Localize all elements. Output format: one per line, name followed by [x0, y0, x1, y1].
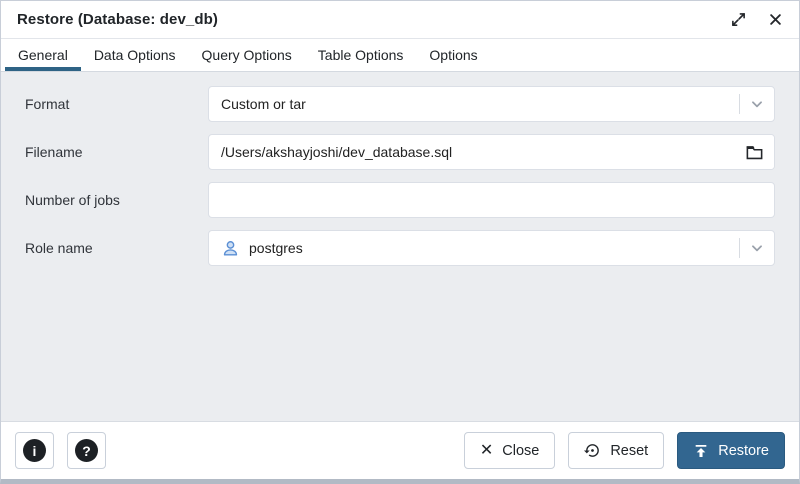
close-button[interactable]: ✕ Close — [464, 432, 555, 469]
dialog-title: Restore (Database: dev_db) — [17, 11, 218, 28]
chevron-down-icon[interactable] — [740, 97, 774, 111]
reset-button[interactable]: Reset — [568, 432, 664, 469]
format-value: Custom or tar — [221, 96, 306, 112]
restore-button[interactable]: Restore — [677, 432, 785, 469]
dialog-titlebar: Restore (Database: dev_db) — [1, 1, 799, 39]
tab-options[interactable]: Options — [416, 39, 490, 71]
user-icon — [221, 239, 240, 258]
reset-button-label: Reset — [610, 443, 648, 459]
upload-icon — [693, 443, 709, 459]
role-label: Role name — [25, 240, 208, 256]
help-button[interactable]: ? — [67, 432, 106, 469]
titlebar-actions — [731, 12, 783, 27]
dialog-footer: i ? ✕ Close Reset Restore — [1, 421, 799, 479]
dialog-tabs: General Data Options Query Options Table… — [1, 39, 799, 72]
close-icon[interactable] — [768, 12, 783, 27]
browse-folder-icon[interactable] — [734, 135, 774, 169]
maximize-icon[interactable] — [731, 12, 746, 27]
tab-data-options[interactable]: Data Options — [81, 39, 189, 71]
close-x-icon: ✕ — [480, 443, 493, 459]
format-select[interactable]: Custom or tar — [208, 86, 775, 122]
tab-table-options[interactable]: Table Options — [305, 39, 417, 71]
reset-icon — [584, 442, 601, 459]
format-row: Format Custom or tar — [25, 86, 775, 122]
restore-button-label: Restore — [718, 443, 769, 459]
tab-general[interactable]: General — [5, 39, 81, 71]
filename-input[interactable]: /Users/akshayjoshi/dev_database.sql — [208, 134, 775, 170]
close-button-label: Close — [502, 443, 539, 459]
filename-label: Filename — [25, 144, 208, 160]
jobs-input[interactable] — [208, 182, 775, 218]
info-icon: i — [23, 439, 46, 462]
format-label: Format — [25, 96, 208, 112]
info-button[interactable]: i — [15, 432, 54, 469]
help-icon: ? — [75, 439, 98, 462]
restore-dialog: Restore (Database: dev_db) General Data … — [0, 0, 800, 484]
role-value: postgres — [249, 240, 303, 256]
filename-value: /Users/akshayjoshi/dev_database.sql — [221, 144, 452, 160]
role-row: Role name postgres — [25, 230, 775, 266]
general-tab-panel: Format Custom or tar Filename /Users/aks… — [1, 72, 799, 421]
tab-query-options[interactable]: Query Options — [189, 39, 305, 71]
role-select[interactable]: postgres — [208, 230, 775, 266]
jobs-row: Number of jobs — [25, 182, 775, 218]
chevron-down-icon[interactable] — [740, 241, 774, 255]
filename-row: Filename /Users/akshayjoshi/dev_database… — [25, 134, 775, 170]
jobs-label: Number of jobs — [25, 192, 208, 208]
